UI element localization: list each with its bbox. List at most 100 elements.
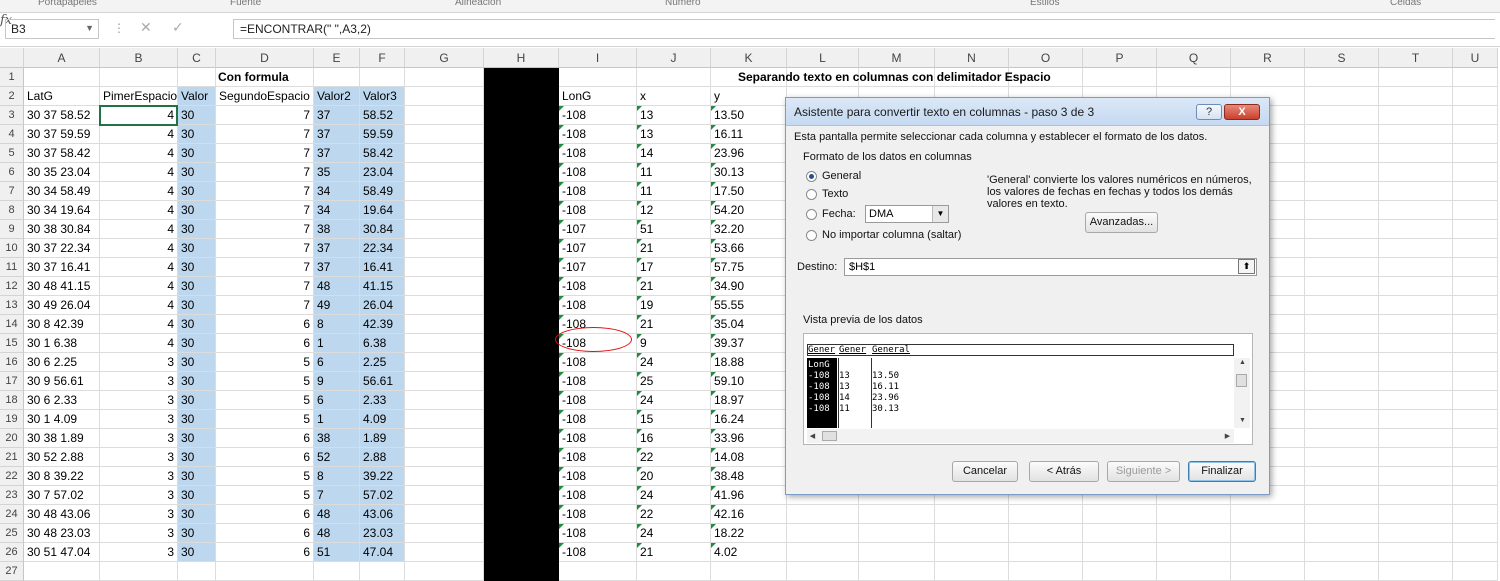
data-cell[interactable]: 7 [216, 201, 314, 220]
column-header[interactable]: T [1379, 48, 1453, 68]
data-cell[interactable]: 52 [314, 448, 360, 467]
cell[interactable] [1009, 524, 1083, 543]
cell[interactable] [1453, 410, 1498, 429]
data-cell[interactable]: -107 [559, 220, 637, 239]
data-cell[interactable]: 30 [178, 277, 216, 296]
data-cell[interactable]: 23.04 [360, 163, 405, 182]
data-cell[interactable]: -108 [559, 467, 637, 486]
data-cell[interactable]: 30 37 22.34 [24, 239, 100, 258]
cell[interactable] [1379, 486, 1453, 505]
data-cell[interactable]: 30 [178, 410, 216, 429]
data-cell[interactable]: 30 [178, 144, 216, 163]
data-cell[interactable]: -108 [559, 410, 637, 429]
cell[interactable] [1379, 87, 1453, 106]
data-cell[interactable]: 30 [178, 201, 216, 220]
cell[interactable] [1379, 429, 1453, 448]
cell[interactable] [1305, 448, 1379, 467]
data-cell[interactable]: -108 [559, 543, 637, 562]
cell[interactable] [1453, 391, 1498, 410]
black-filled-cell[interactable] [484, 410, 559, 429]
data-cell[interactable]: 30 35 23.04 [24, 163, 100, 182]
data-cell[interactable]: 13 [637, 106, 711, 125]
black-filled-cell[interactable] [484, 144, 559, 163]
preview-horizontal-scrollbar[interactable] [807, 429, 1234, 443]
radio-texto[interactable] [806, 189, 817, 200]
black-filled-cell[interactable] [484, 277, 559, 296]
cell[interactable] [405, 315, 484, 334]
cell[interactable] [1453, 543, 1498, 562]
data-cell[interactable]: 1 [314, 334, 360, 353]
cell[interactable] [1305, 372, 1379, 391]
row-header[interactable]: 14 [0, 315, 24, 334]
radio-no-importar[interactable] [806, 230, 817, 241]
header-cell[interactable]: LonG [559, 87, 637, 106]
data-cell[interactable]: 6 [216, 448, 314, 467]
black-filled-cell[interactable] [484, 163, 559, 182]
cell[interactable] [1231, 68, 1305, 87]
data-cell[interactable]: 4 [100, 239, 178, 258]
row-header[interactable]: 26 [0, 543, 24, 562]
data-cell[interactable]: -108 [559, 296, 637, 315]
cell[interactable] [1305, 68, 1379, 87]
cell[interactable] [178, 68, 216, 87]
black-filled-cell[interactable] [484, 125, 559, 144]
data-cell[interactable]: 23.03 [360, 524, 405, 543]
data-cell[interactable]: 24 [637, 353, 711, 372]
data-cell[interactable]: 5 [216, 353, 314, 372]
cell[interactable] [1157, 524, 1231, 543]
row-header[interactable]: 2 [0, 87, 24, 106]
data-cell[interactable]: 37 [314, 144, 360, 163]
cell[interactable] [1305, 182, 1379, 201]
data-cell[interactable]: -107 [559, 239, 637, 258]
cell[interactable] [1379, 68, 1453, 87]
black-filled-cell[interactable] [484, 220, 559, 239]
data-cell[interactable]: 58.49 [360, 182, 405, 201]
cell[interactable] [1453, 467, 1498, 486]
cell[interactable] [1453, 68, 1498, 87]
data-cell[interactable]: -108 [559, 448, 637, 467]
data-cell[interactable]: 30 [178, 486, 216, 505]
data-cell[interactable]: 1 [314, 410, 360, 429]
cell[interactable] [1379, 334, 1453, 353]
scroll-up-icon[interactable]: ▲ [1236, 356, 1249, 369]
data-cell[interactable]: 30 [178, 182, 216, 201]
cell[interactable] [1305, 429, 1379, 448]
row-header[interactable]: 16 [0, 353, 24, 372]
cell[interactable] [1453, 182, 1498, 201]
next-button[interactable]: Siguiente > [1107, 461, 1180, 482]
cell[interactable] [405, 505, 484, 524]
data-cell[interactable]: 30 48 23.03 [24, 524, 100, 543]
date-format-select[interactable]: DMA ▼ [865, 205, 949, 223]
column-header[interactable]: G [405, 48, 484, 68]
data-cell[interactable]: 41.15 [360, 277, 405, 296]
data-cell[interactable]: 13 [637, 125, 711, 144]
data-cell[interactable]: 30 [178, 125, 216, 144]
header-cell[interactable]: x [637, 87, 711, 106]
data-cell[interactable]: 30 [178, 429, 216, 448]
cell[interactable] [1305, 410, 1379, 429]
data-cell[interactable]: 30 37 58.42 [24, 144, 100, 163]
data-cell[interactable]: 35.04 [711, 315, 787, 334]
data-cell[interactable]: 3 [100, 372, 178, 391]
row-header[interactable]: 8 [0, 201, 24, 220]
cell[interactable] [935, 505, 1009, 524]
data-cell[interactable]: 30 51 47.04 [24, 543, 100, 562]
black-filled-cell[interactable] [484, 562, 559, 581]
data-cell[interactable]: 4 [100, 220, 178, 239]
data-cell[interactable]: 38.48 [711, 467, 787, 486]
data-cell[interactable]: 41.96 [711, 486, 787, 505]
header-cell[interactable]: LatG [24, 87, 100, 106]
data-cell[interactable]: 7 [216, 239, 314, 258]
data-cell[interactable]: 37 [314, 125, 360, 144]
cell[interactable] [1453, 448, 1498, 467]
data-cell[interactable]: 30 34 19.64 [24, 201, 100, 220]
data-cell[interactable]: 16 [637, 429, 711, 448]
data-cell[interactable]: 30 48 43.06 [24, 505, 100, 524]
cell[interactable] [1379, 220, 1453, 239]
row-header[interactable]: 11 [0, 258, 24, 277]
black-filled-cell[interactable] [484, 87, 559, 106]
data-cell[interactable]: 58.42 [360, 144, 405, 163]
radio-no-importar-label[interactable]: No importar columna (saltar) [822, 229, 961, 241]
data-cell[interactable]: 4 [100, 182, 178, 201]
data-cell[interactable]: 35 [314, 163, 360, 182]
